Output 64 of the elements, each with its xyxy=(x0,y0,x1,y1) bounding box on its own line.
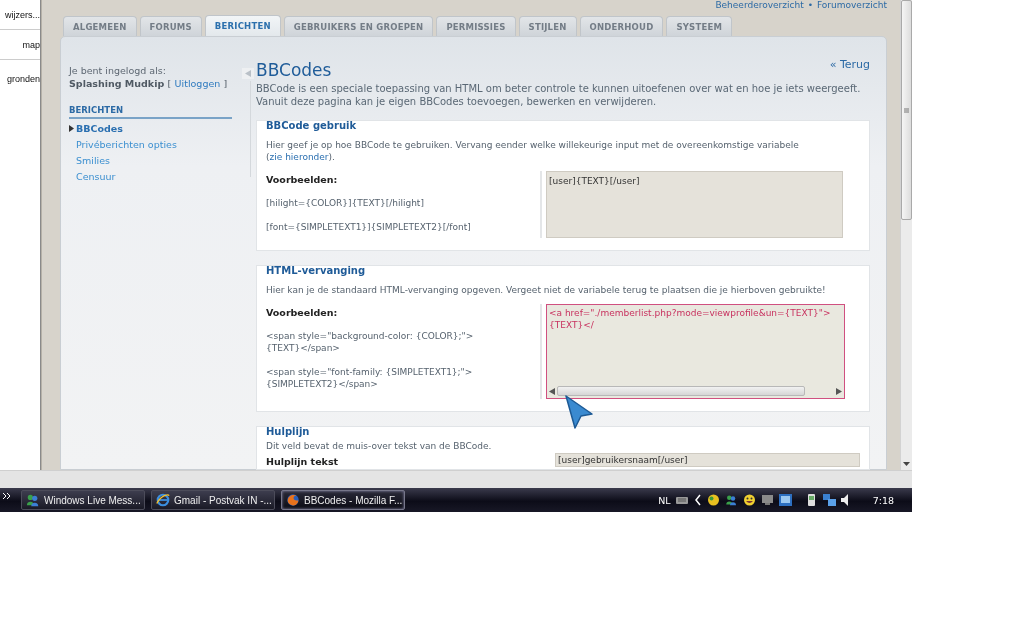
keyboard-icon[interactable] xyxy=(675,494,689,506)
page-title: BBCodes xyxy=(256,60,332,80)
examples-label: Voorbeelden: xyxy=(266,174,339,185)
tab[interactable]: BERICHTEN xyxy=(204,15,281,36)
horizontal-scrollbar[interactable] xyxy=(549,385,842,397)
sidebar-link[interactable]: Smilies xyxy=(76,154,110,166)
people-icon[interactable] xyxy=(724,494,738,506)
sidebar-link[interactable]: BBCodes xyxy=(76,122,123,134)
tab[interactable]: PERMISSIES xyxy=(436,16,516,36)
bracket: ] xyxy=(223,78,228,89)
input-field[interactable]: [user]gebruikersnaam[/user] xyxy=(555,453,860,467)
speaker-icon[interactable] xyxy=(840,494,849,506)
tab[interactable]: SYSTEEM xyxy=(666,16,733,36)
code-textarea[interactable]: [user]{TEXT}[/user] xyxy=(546,171,843,238)
examples-label: Voorbeelden: xyxy=(266,307,339,318)
network-icon[interactable] xyxy=(822,494,836,506)
menu-item[interactable]: wijzers... xyxy=(5,9,40,20)
back-link[interactable]: « Terug xyxy=(829,58,870,71)
header-link[interactable]: Beheerderoverzicht xyxy=(715,0,804,11)
chevron-icon[interactable] xyxy=(693,494,702,506)
example-code: <span style="font-family: {SIMPLETEXT1};">{SIMPLETEXT2}</span> xyxy=(266,366,474,390)
language-indicator[interactable]: NL xyxy=(658,494,671,506)
page-description: BBCode is een speciale toepassing van HTML om beter controle te kunnen uitoefenen over wat en hoe je iets weergeeft. Vanuit deze pagina kan je eigen BBCodes toevoegen, bewerken en verwijderen. xyxy=(256,82,862,108)
example-code: <span style="background-color: {COLOR};">{TEXT}</span> xyxy=(266,330,475,354)
browser-icon xyxy=(156,493,170,507)
taskbar-button[interactable]: Windows Live Mess... xyxy=(21,490,145,510)
scroll-down-icon[interactable] xyxy=(903,462,910,466)
logout-link[interactable]: Uitloggen xyxy=(174,78,221,89)
menu-item[interactable]: map xyxy=(22,39,40,50)
section-heading: BERICHTEN xyxy=(69,105,232,119)
scroll-left-icon[interactable] xyxy=(549,387,555,395)
explanation: Dit veld bevat de muis-over tekst van de BBCode. xyxy=(266,440,493,452)
tab[interactable]: ONDERHOUD xyxy=(579,16,664,36)
browser-icon xyxy=(286,493,300,507)
menu-item[interactable]: gronden xyxy=(6,74,40,84)
cursor-icon xyxy=(564,394,594,430)
taskbar-button[interactable]: Gmail - Postvak IN -... xyxy=(151,490,275,510)
explanation: Hier geef je op hoe BBCode te gebruiken. Vervang eender welke willekeurige input met de overeenkomstige variabele (zie hieronder). xyxy=(266,139,800,163)
example-code: [font={SIMPLETEXT1}]{SIMPLETEXT2}[/font] xyxy=(266,221,472,233)
clock: 7:18 xyxy=(872,494,894,506)
scroll-right-icon[interactable] xyxy=(836,387,842,395)
example-code: [hilight={COLOR}]{TEXT}[/hilight] xyxy=(266,197,425,209)
smiley-icon[interactable] xyxy=(742,494,756,506)
login-label: Je bent ingelogd als: xyxy=(69,65,167,76)
window-icon[interactable] xyxy=(778,494,792,506)
field-label: Hulplijn tekst xyxy=(266,456,339,467)
tab[interactable]: FORUMS xyxy=(139,16,202,36)
tab[interactable]: STIJLEN xyxy=(518,16,577,36)
link[interactable]: zie hieronder xyxy=(269,152,329,162)
sidebar-link[interactable]: Censuur xyxy=(76,170,116,182)
sidebar-link[interactable]: Privéberichten opties xyxy=(76,138,177,150)
explanation: Hier kan je de standaard HTML-vervanging opgeven. Vergeet niet de variabele terug te plaatsen die je hierboven gebruikte! xyxy=(266,284,827,296)
tab[interactable]: GEBRUIKERS EN GROEPEN xyxy=(283,16,434,36)
tab[interactable]: ALGEMEEN xyxy=(63,16,137,36)
chevron-icon[interactable] xyxy=(3,492,11,500)
monitor-icon[interactable] xyxy=(760,494,774,506)
taskbar-button[interactable]: BBCodes - Mozilla F... xyxy=(281,490,405,510)
username: Splashing Mudkip xyxy=(69,78,165,89)
bracket: [ xyxy=(167,78,172,89)
scrollbar-thumb[interactable] xyxy=(901,0,912,220)
separator: • xyxy=(807,0,813,11)
header-link[interactable]: Forumoverzicht xyxy=(817,0,887,11)
code-textarea[interactable]: <a href="./memberlist.php?mode=viewprofile&un={TEXT}">{TEXT}</ xyxy=(546,304,845,399)
people-icon xyxy=(26,493,40,507)
